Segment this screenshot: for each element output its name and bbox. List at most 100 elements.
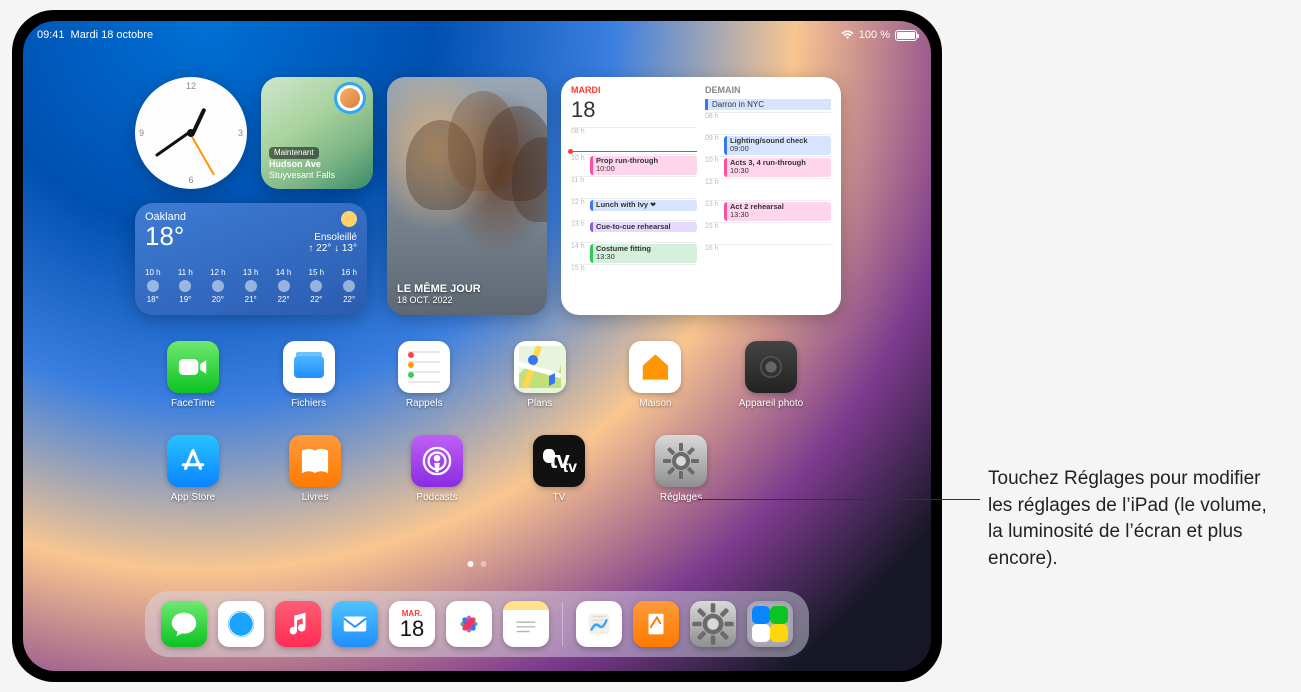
app-label: Plans (527, 398, 552, 409)
ipad-device-frame: 09:41 Mardi 18 octobre 100 % 12 3 6 (12, 10, 942, 682)
app-appareil-photo[interactable]: Appareil photo (731, 341, 811, 409)
applib-icon (747, 601, 793, 647)
app-tv[interactable]: tvTV (519, 435, 599, 503)
cal-hour-row: 15 h (705, 222, 831, 244)
app-plans[interactable]: Plans (500, 341, 580, 409)
wifi-icon (841, 30, 854, 40)
app-label: Livres (302, 492, 329, 503)
cal-event[interactable]: Lunch with Ivy (590, 200, 697, 211)
cal-tomorrow-label: DEMAIN (705, 85, 741, 95)
weather-hour-icon (310, 280, 322, 292)
cal-hour-row: 08 h (705, 112, 831, 134)
app-podcasts[interactable]: Podcasts (397, 435, 477, 503)
app-app-store[interactable]: App Store (153, 435, 233, 503)
photos-icon (446, 601, 492, 647)
cal-hour-row: 15 h (571, 264, 697, 286)
app-label: FaceTime (171, 398, 215, 409)
camera-icon (745, 341, 797, 393)
app-grid: FaceTime Fichiers Rappels Plans Maison Appare… (153, 341, 811, 529)
find-my-widget[interactable]: Maintenant Hudson Ave Stuyvesant Falls (261, 77, 373, 189)
cal-event[interactable]: Lighting/sound check09:00 (724, 136, 831, 155)
home-screen[interactable]: 09:41 Mardi 18 octobre 100 % 12 3 6 (23, 21, 931, 671)
battery-icon (895, 30, 917, 41)
books-icon (289, 435, 341, 487)
person-pin-icon (337, 85, 363, 111)
cal-hour-row: 10 hActs 3, 4 run-through10:30 (705, 156, 831, 178)
weather-hour: 11 h19° (178, 268, 193, 304)
app-livres[interactable]: Livres (275, 435, 355, 503)
weather-hour-icon (147, 280, 159, 292)
cal-hour-row: 13 hAct 2 rehearsal13:30 (705, 200, 831, 222)
weather-condition: Ensoleillé (314, 232, 357, 243)
tv-icon: tv (533, 435, 585, 487)
photos-widget[interactable]: LE MÊME JOUR 18 OCT. 2022 (387, 77, 547, 315)
files-icon (283, 341, 335, 393)
cal-tomorrow-list: 08 h09 hLighting/sound check09:0010 hAct… (705, 112, 831, 266)
cal-hour-row: 08 h (571, 127, 697, 149)
cal-event[interactable]: Cue-to-cue rehearsal (590, 222, 697, 232)
reminders-icon (398, 341, 450, 393)
cal-event[interactable]: Prop run-through10:00 (590, 156, 697, 175)
notes-icon (503, 601, 549, 647)
cal-hour-row: 09 hLighting/sound check09:00 (705, 134, 831, 156)
dock-separator (562, 602, 563, 646)
app-rappels[interactable]: Rappels (384, 341, 464, 409)
status-time: 09:41 (37, 29, 65, 41)
freeform-icon (576, 601, 622, 647)
app-label: Maison (639, 398, 671, 409)
music-icon (275, 601, 321, 647)
app-fichiers[interactable]: Fichiers (269, 341, 349, 409)
weather-hour-icon (212, 280, 224, 292)
photos-title: LE MÊME JOUR (397, 283, 481, 295)
app-r-glages[interactable]: Réglages (641, 435, 721, 503)
clock-widget[interactable]: 12 3 6 9 (135, 77, 247, 189)
callout-text: Touchez Réglages pour modifier les régla… (988, 466, 1268, 572)
facetime-icon (167, 341, 219, 393)
weather-hour: 10 h18° (145, 268, 161, 304)
weather-hour: 13 h21° (243, 268, 259, 304)
cal-hour-row: 10 hProp run-through10:00 (571, 154, 697, 176)
status-battery-pct: 100 % (859, 29, 890, 41)
cal-allday-event: Darron in NYC (705, 99, 831, 110)
calendar-widget[interactable]: MARDI 18 08 h 10 hProp run-through10:0011… (561, 77, 841, 315)
weather-hour: 16 h22° (341, 268, 357, 304)
app-maison[interactable]: Maison (615, 341, 695, 409)
cal-hour-row: 16 h (705, 244, 831, 266)
app-label: App Store (171, 492, 215, 503)
cal-hour-row: 13 hCue-to-cue rehearsal (571, 220, 697, 242)
cal-event[interactable]: Costume fitting13:30 (590, 244, 697, 263)
photos-date: 18 OCT. 2022 (397, 295, 481, 305)
page-dot (468, 561, 474, 567)
weather-hour-icon (278, 280, 290, 292)
weather-hour-icon (179, 280, 191, 292)
page-dot (481, 561, 487, 567)
weather-hour-icon (343, 280, 355, 292)
weather-temp: 18° (145, 223, 186, 249)
sun-icon (341, 211, 357, 227)
cal-today-list: 08 h10 hProp run-through10:0011 h12 hLun… (571, 127, 697, 286)
callout-leader-line (698, 499, 980, 500)
weather-hilo: ↑ 22° ↓ 13° (308, 243, 357, 254)
app-label: Podcasts (416, 492, 457, 503)
app-label: Rappels (406, 398, 443, 409)
status-bar: 09:41 Mardi 18 octobre 100 % (37, 25, 917, 45)
app-label: Appareil photo (739, 398, 804, 409)
cal-now-line (571, 151, 697, 152)
weather-widget[interactable]: Oakland 18° Ensoleillé ↑ 22° ↓ 13° 10 h1… (135, 203, 367, 315)
weather-hour: 14 h22° (276, 268, 292, 304)
cal-event[interactable]: Acts 3, 4 run-through10:30 (724, 158, 831, 177)
find-my-city: Stuyvesant Falls (269, 170, 335, 180)
page-indicator[interactable] (468, 561, 487, 567)
podcasts-icon (411, 435, 463, 487)
cal-today-num: 18 (571, 97, 697, 123)
weather-hour: 12 h20° (210, 268, 226, 304)
cal-event[interactable]: Act 2 rehearsal13:30 (724, 202, 831, 221)
maps-icon (514, 341, 566, 393)
cal-today-label: MARDI (571, 85, 601, 95)
status-date: Mardi 18 octobre (71, 29, 154, 41)
pages-icon (633, 601, 679, 647)
cal-hour-row: 14 hCostume fitting13:30 (571, 242, 697, 264)
home-icon (629, 341, 681, 393)
cal-hour-row: 11 h (571, 176, 697, 198)
app-facetime[interactable]: FaceTime (153, 341, 233, 409)
